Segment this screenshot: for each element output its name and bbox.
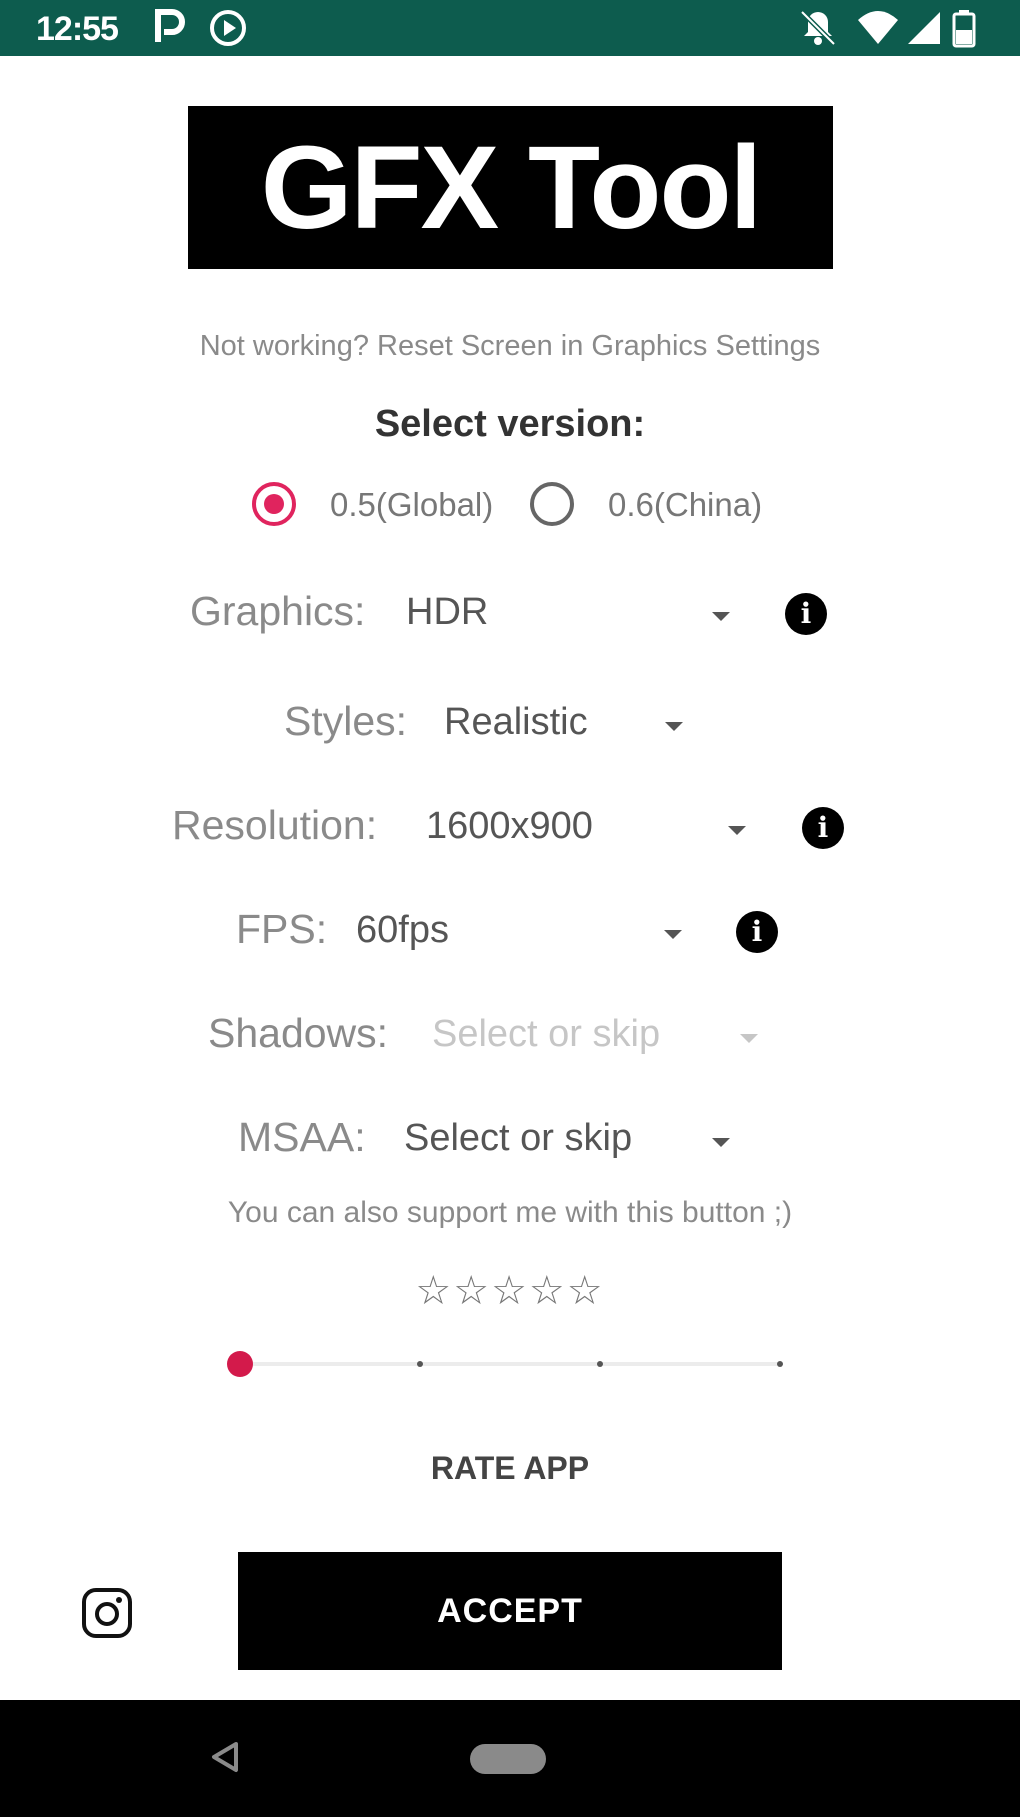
select-version-title: Select version: [374,403,646,445]
chevron-down-icon[interactable] [665,722,683,731]
radio-global[interactable] [252,482,296,526]
rating-slider[interactable] [227,1351,783,1377]
navigation-bar [0,1700,1020,1817]
slider-thumb[interactable] [227,1351,253,1377]
resolution-row: Resolution: 1600x900 i [0,802,1020,862]
shadows-label: Shadows: [208,1010,389,1056]
version-radio-group: 0.5(Global) 0.6(China) [252,482,792,532]
fps-value[interactable]: 60fps [356,909,449,952]
back-icon[interactable] [208,1740,242,1779]
shadows-value[interactable]: Select or skip [432,1013,660,1056]
radio-global-label[interactable]: 0.5(Global) [330,486,493,524]
shadows-row: Shadows: Select or skip [0,1010,1020,1070]
accept-button[interactable]: ACCEPT [238,1552,782,1670]
slider-tick [777,1361,783,1367]
slider-tick [417,1361,423,1367]
chevron-down-icon[interactable] [728,826,746,835]
chevron-down-icon[interactable] [712,612,730,621]
graphics-value[interactable]: HDR [406,591,488,634]
graphics-label: Graphics: [190,588,366,634]
info-icon[interactable]: i [736,911,778,953]
radio-china[interactable] [530,482,574,526]
hint-text: Not working? Reset Screen in Graphics Se… [199,330,821,362]
app-logo: GFX Tool [188,106,833,269]
status-bar: 12:55 [0,0,1020,56]
parking-p-icon [152,8,186,51]
fps-label: FPS: [236,906,328,952]
styles-label: Styles: [284,698,408,744]
signal-icon [906,8,942,53]
radio-china-label[interactable]: 0.6(China) [608,486,762,524]
slider-tick [597,1361,603,1367]
resolution-label: Resolution: [172,802,378,848]
status-time: 12:55 [36,10,119,48]
msaa-value[interactable]: Select or skip [404,1117,632,1160]
rate-app-button[interactable]: RATE APP [0,1450,1020,1487]
fps-row: FPS: 60fps i [0,906,1020,966]
chevron-down-icon[interactable] [712,1138,730,1147]
msaa-label: MSAA: [238,1114,366,1160]
styles-row: Styles: Realistic [0,698,1020,758]
info-icon[interactable]: i [785,593,827,635]
rating-stars[interactable]: ☆☆☆☆☆ [0,1268,1020,1314]
resolution-value[interactable]: 1600x900 [426,805,593,848]
instagram-icon[interactable] [80,1586,134,1640]
battery-icon [952,8,976,53]
notifications-off-icon [798,8,838,53]
graphics-row: Graphics: HDR i [0,588,1020,648]
chevron-down-icon[interactable] [740,1034,758,1043]
msaa-row: MSAA: Select or skip [0,1114,1020,1174]
wifi-icon [856,8,900,53]
support-text: You can also support me with this button… [227,1196,793,1229]
styles-value[interactable]: Realistic [444,701,588,744]
play-circle-icon [208,8,248,53]
home-pill-icon[interactable] [470,1744,546,1774]
chevron-down-icon[interactable] [664,930,682,939]
info-icon[interactable]: i [802,807,844,849]
